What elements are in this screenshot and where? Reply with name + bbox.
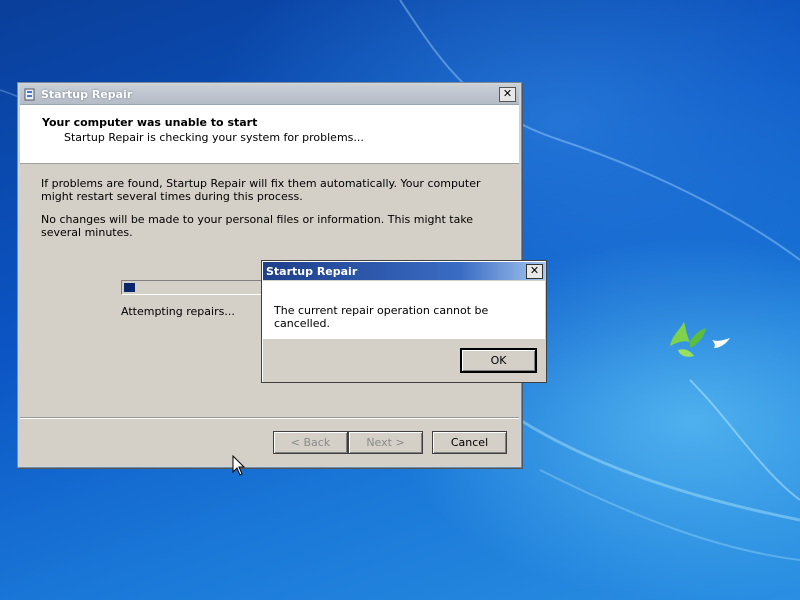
dialog-title: Startup Repair <box>266 265 358 278</box>
dialog-close-button[interactable]: ✕ <box>526 264 543 279</box>
progress-fill <box>124 283 135 292</box>
back-button[interactable]: < Back <box>273 431 348 454</box>
window-titlebar[interactable]: Startup Repair ✕ <box>20 85 519 105</box>
mouse-pointer-icon <box>232 455 246 476</box>
header-subtitle: Startup Repair is checking your system f… <box>64 131 364 144</box>
repair-progress-bar <box>121 280 269 295</box>
cannot-cancel-dialog: Startup Repair ✕ The current repair oper… <box>261 260 547 383</box>
header-title: Your computer was unable to start <box>42 116 258 129</box>
next-button[interactable]: Next > <box>348 431 423 454</box>
dialog-message: The current repair operation cannot be c… <box>274 304 489 330</box>
info-text-no-changes: No changes will be made to your personal… <box>41 213 474 239</box>
window-title: Startup Repair <box>41 88 133 101</box>
windows-bird-logo <box>670 322 730 357</box>
close-icon: ✕ <box>529 264 540 277</box>
close-button[interactable]: ✕ <box>499 87 516 102</box>
close-icon: ✕ <box>502 87 513 100</box>
dialog-titlebar[interactable]: Startup Repair ✕ <box>263 262 545 280</box>
progress-label: Attempting repairs... <box>121 305 235 318</box>
cancel-button[interactable]: Cancel <box>432 431 507 454</box>
ok-button[interactable]: OK <box>460 348 537 373</box>
dialog-body: The current repair operation cannot be c… <box>263 281 545 339</box>
info-text-problems: If problems are found, Startup Repair wi… <box>41 177 481 203</box>
header-panel: Your computer was unable to start Startu… <box>20 105 519 164</box>
startup-repair-icon <box>24 88 35 101</box>
button-separator <box>20 417 519 419</box>
